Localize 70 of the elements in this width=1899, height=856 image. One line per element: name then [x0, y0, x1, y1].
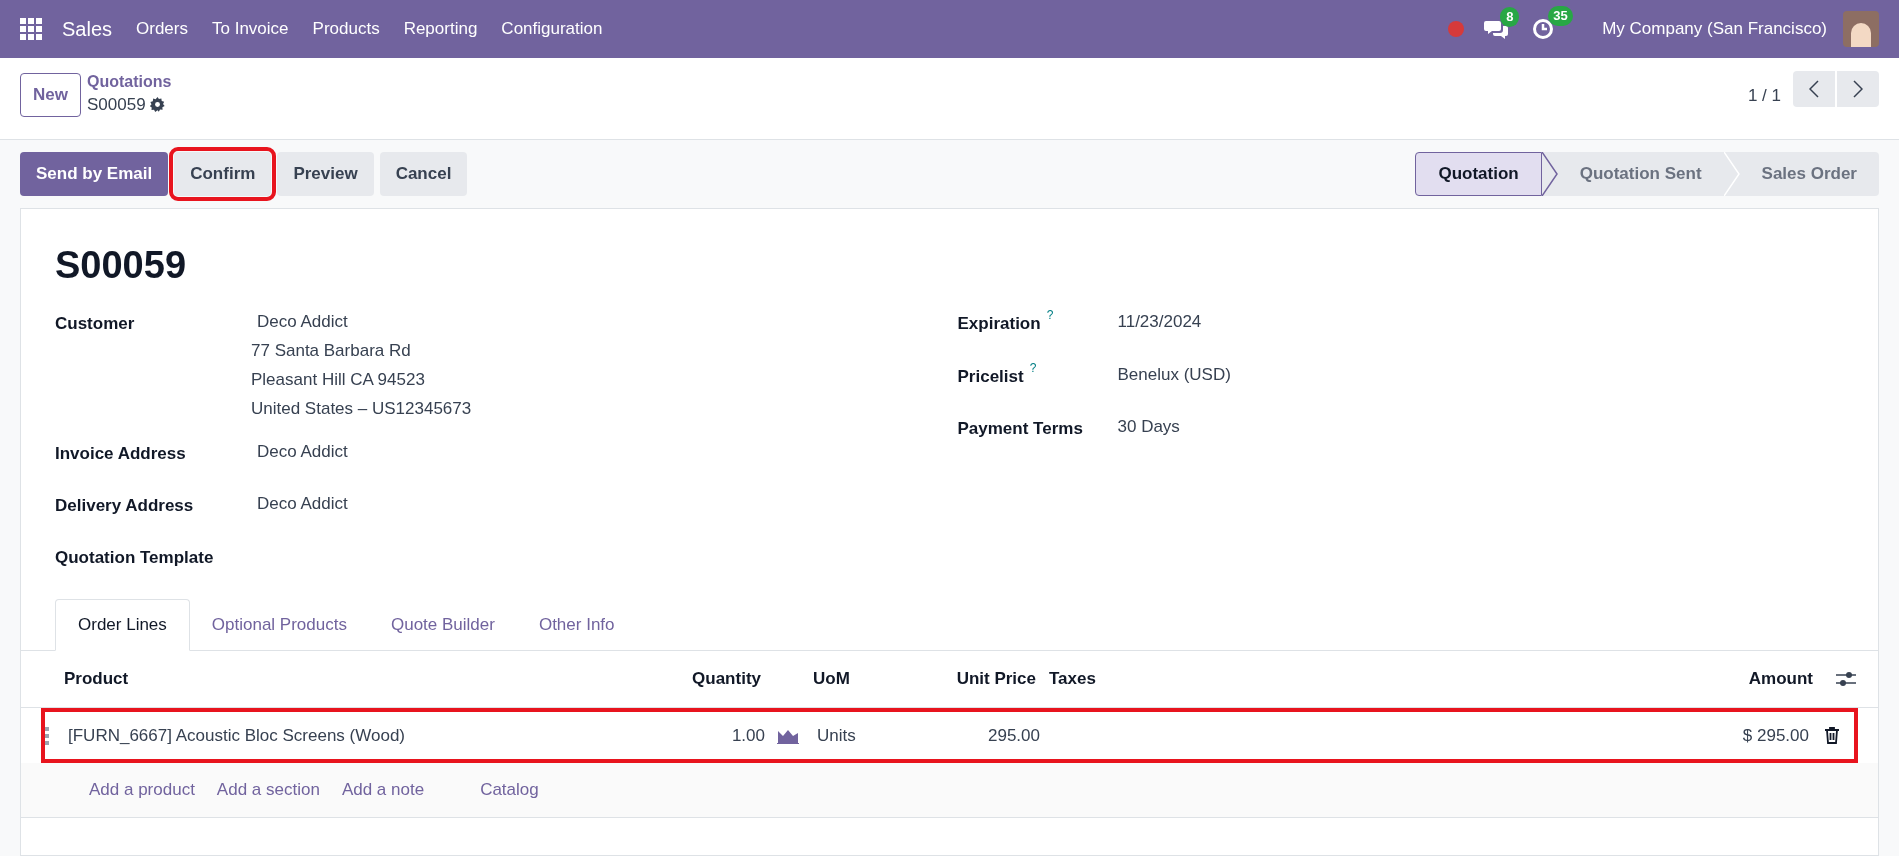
trash-icon[interactable] — [1824, 727, 1839, 744]
field-label: Delivery Address — [55, 495, 195, 517]
column-header[interactable]: Quantity — [661, 666, 761, 692]
record-name: S00059 — [86, 94, 146, 116]
column-header[interactable]: Taxes — [1049, 669, 1096, 689]
settings-icon[interactable] — [149, 97, 165, 113]
field-label: Invoice Address — [55, 443, 187, 465]
tab[interactable]: Quote Builder — [368, 599, 517, 651]
action-button[interactable]: Preview — [277, 152, 374, 196]
field-value[interactable]: 30 Days — [1117, 412, 1180, 442]
add-line-link[interactable]: Catalog — [480, 777, 539, 803]
column-header[interactable]: Amount — [1748, 669, 1813, 689]
field-label: Customer — [55, 313, 136, 335]
message-count-badge: 8 — [1500, 7, 1520, 27]
address-line: Pleasant Hill CA 94523 — [251, 369, 426, 391]
menu-item[interactable]: To Invoice — [200, 16, 301, 42]
uom-cell[interactable]: Units — [817, 722, 856, 749]
settings-sliders-icon[interactable] — [1835, 670, 1856, 688]
chevron-left-icon — [1809, 80, 1819, 98]
column-header[interactable]: UoM — [813, 669, 850, 689]
add-line-link[interactable]: Add a section — [216, 777, 320, 803]
action-button[interactable]: Send by Email — [20, 152, 169, 196]
add-line-link[interactable]: Add a note — [341, 777, 425, 803]
help-tooltip[interactable]: ? — [1029, 361, 1037, 374]
add-line-link[interactable]: Add a product — [89, 777, 195, 803]
status-step[interactable]: Quotation — [1415, 152, 1542, 196]
field-value[interactable]: Deco Addict — [251, 489, 348, 518]
unit-price-cell[interactable]: 295.00 — [925, 722, 1040, 749]
action-button[interactable]: Cancel — [379, 152, 468, 196]
field-value[interactable]: Deco Addict — [251, 307, 472, 336]
menu-item[interactable]: Configuration — [489, 16, 615, 42]
record-title: S00059 — [55, 243, 187, 287]
menu-item[interactable]: Reporting — [391, 16, 490, 42]
field-label: Pricelist — [957, 365, 1024, 388]
product-cell[interactable]: [FURN_6667] Acoustic Bloc Screens (Wood) — [65, 722, 665, 749]
company-switcher[interactable]: My Company (San Francisco) — [1602, 16, 1827, 42]
field-label: Payment Terms — [957, 418, 1083, 440]
tab[interactable]: Order Lines — [55, 599, 190, 651]
breadcrumb-link[interactable]: Quotations — [86, 72, 172, 92]
app-name[interactable]: Sales — [62, 14, 113, 44]
chat-bubbles-icon[interactable] — [1484, 19, 1509, 39]
menu-item[interactable]: Products — [300, 16, 392, 42]
status-step[interactable]: Quotation Sent — [1557, 152, 1724, 196]
chevron-right-icon — [1853, 80, 1863, 98]
tab[interactable]: Other Info — [516, 599, 637, 651]
address-line: United States – US12345673 — [251, 398, 472, 420]
status-step[interactable]: Sales Order — [1739, 152, 1879, 196]
drag-handle-icon[interactable] — [45, 726, 49, 745]
avatar[interactable] — [1843, 11, 1879, 47]
apps-grid-icon[interactable] — [20, 18, 42, 40]
tab[interactable]: Optional Products — [189, 599, 369, 651]
field-value[interactable]: 11/23/2024 — [1117, 307, 1202, 337]
address-line: 77 Santa Barbara Rd — [251, 340, 412, 362]
next-button[interactable] — [1837, 71, 1879, 107]
amount-cell-text: $ 295.00 — [1741, 724, 1809, 747]
field-label: Expiration — [957, 313, 1041, 335]
menu-item[interactable]: Orders — [124, 16, 200, 42]
help-tooltip[interactable]: ? — [1046, 309, 1054, 321]
activity-count-badge: 35 — [1548, 6, 1573, 26]
quantity-cell[interactable]: 1.00 — [665, 722, 765, 749]
field-value[interactable]: Benelux (USD) — [1117, 359, 1231, 389]
field-value[interactable]: Deco Addict — [251, 437, 348, 466]
order-line-row[interactable]: [FURN_6667] Acoustic Bloc Screens (Wood) 1.00 Units 295.00 $ 295.00 — [41, 708, 1858, 763]
pager-value: 1 / 1 — [1747, 85, 1781, 107]
previous-button[interactable] — [1793, 71, 1835, 107]
new-button[interactable]: New — [20, 73, 81, 117]
field-label: Quotation Template — [55, 547, 215, 569]
column-header[interactable]: Product — [61, 666, 661, 692]
column-header[interactable]: Unit Price — [956, 669, 1036, 689]
clock-icon[interactable] — [1532, 18, 1555, 40]
